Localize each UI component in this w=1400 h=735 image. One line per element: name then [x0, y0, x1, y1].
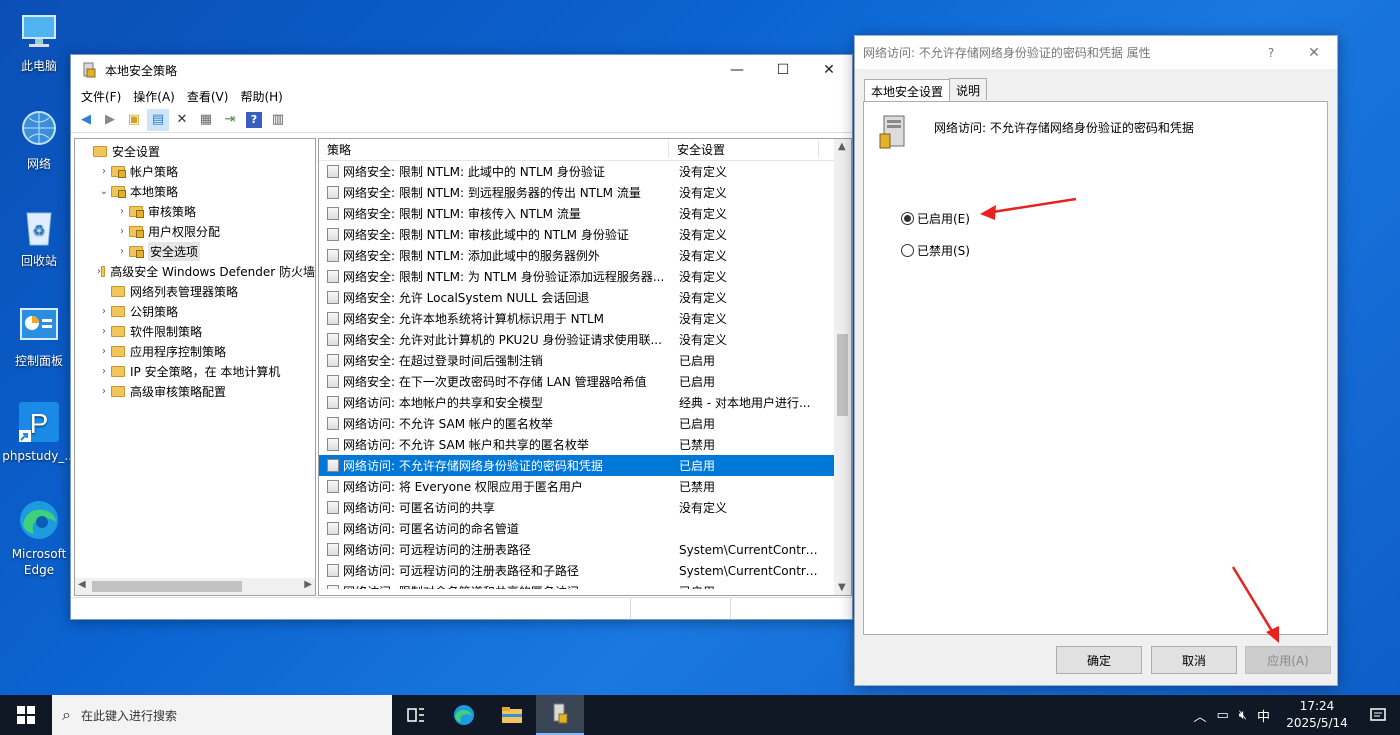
- system-tray: ︿ ▭ 🔇︎ 中: [1193, 706, 1270, 725]
- notification-center-icon[interactable]: [1356, 695, 1400, 735]
- volume-muted-icon[interactable]: 🔇︎: [1239, 708, 1247, 723]
- search-icon: ⌕: [62, 705, 71, 724]
- clock-date: 2025/5/14: [1286, 716, 1348, 730]
- start-button[interactable]: [0, 695, 52, 735]
- search-placeholder: 在此键入进行搜索: [80, 708, 177, 723]
- show-hidden-icons-chevron-icon[interactable]: ︿: [1193, 706, 1206, 725]
- annotation-arrow-enabled: [980, 197, 1077, 220]
- ime-indicator[interactable]: 中: [1257, 706, 1270, 725]
- edge-taskbar-icon[interactable]: [440, 695, 488, 735]
- annotation-overlay: [980, 197, 1279, 643]
- network-tray-icon[interactable]: ▭: [1216, 708, 1228, 723]
- taskbar: ⌕ 在此键入进行搜索 ︿ ▭ 🔇︎ 中 17:24 2025/5/14: [0, 695, 1400, 735]
- search-box[interactable]: ⌕ 在此键入进行搜索: [52, 695, 392, 735]
- file-explorer-icon[interactable]: [488, 695, 536, 735]
- clock[interactable]: 17:24 2025/5/14: [1278, 698, 1356, 732]
- annotation-arrow-apply: [1231, 566, 1279, 643]
- clock-time: 17:24: [1299, 699, 1335, 713]
- security-policy-taskbar-icon[interactable]: [536, 695, 584, 735]
- task-view-icon[interactable]: [392, 695, 440, 735]
- windows-logo-icon: [17, 706, 35, 724]
